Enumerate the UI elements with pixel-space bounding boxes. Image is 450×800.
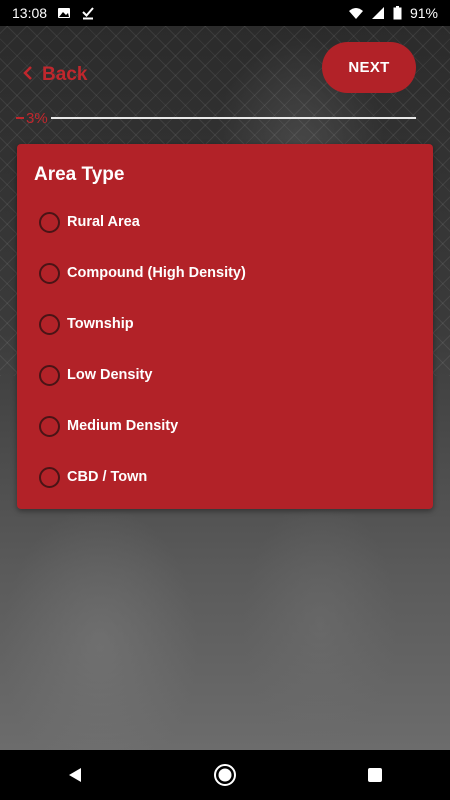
option-township[interactable]: Township bbox=[39, 310, 409, 338]
back-button[interactable]: Back bbox=[22, 64, 87, 86]
radio-button[interactable] bbox=[39, 313, 60, 335]
status-time: 13:08 bbox=[12, 5, 48, 21]
option-label: CBD / Town bbox=[67, 469, 148, 485]
back-label: Back bbox=[42, 64, 88, 85]
status-bar: 13:08 91% bbox=[0, 0, 450, 26]
progress-bar: 3% bbox=[16, 108, 416, 128]
next-button[interactable]: NEXT bbox=[322, 42, 416, 93]
navigation-bar bbox=[0, 750, 450, 800]
status-right: 91% bbox=[348, 5, 438, 21]
option-cbd-town[interactable]: CBD / Town bbox=[39, 463, 409, 491]
progress-fill bbox=[16, 117, 24, 119]
image-icon bbox=[57, 6, 71, 20]
progress-label: 3% bbox=[26, 109, 48, 127]
option-compound-high-density[interactable]: Compound (High Density) bbox=[39, 259, 409, 287]
radio-button[interactable] bbox=[39, 466, 60, 488]
back-triangle-icon[interactable] bbox=[63, 763, 87, 787]
radio-button[interactable] bbox=[39, 415, 60, 437]
option-low-density[interactable]: Low Density bbox=[39, 361, 409, 389]
battery-percent: 91% bbox=[409, 5, 438, 21]
area-type-card: Area Type Rural Area Compound (High Dens… bbox=[17, 144, 433, 509]
battery-icon bbox=[393, 6, 402, 20]
option-rural-area[interactable]: Rural Area bbox=[39, 208, 409, 236]
option-label: Medium Density bbox=[67, 418, 179, 434]
option-medium-density[interactable]: Medium Density bbox=[39, 412, 409, 440]
option-label: Rural Area bbox=[67, 214, 140, 230]
download-done-icon bbox=[81, 6, 95, 20]
chevron-left-icon bbox=[22, 64, 34, 86]
option-label: Low Density bbox=[67, 367, 153, 383]
wifi-icon bbox=[348, 6, 363, 20]
progress-track bbox=[50, 117, 416, 119]
radio-button[interactable] bbox=[39, 262, 60, 284]
home-circle-icon[interactable] bbox=[213, 763, 237, 787]
option-label: Compound (High Density) bbox=[67, 265, 246, 281]
radio-button[interactable] bbox=[39, 211, 60, 233]
option-label: Township bbox=[67, 316, 134, 332]
recents-square-icon[interactable] bbox=[363, 763, 387, 787]
radio-button[interactable] bbox=[39, 364, 60, 386]
signal-icon bbox=[371, 6, 385, 20]
card-title: Area Type bbox=[34, 164, 125, 185]
status-left: 13:08 bbox=[12, 5, 95, 21]
